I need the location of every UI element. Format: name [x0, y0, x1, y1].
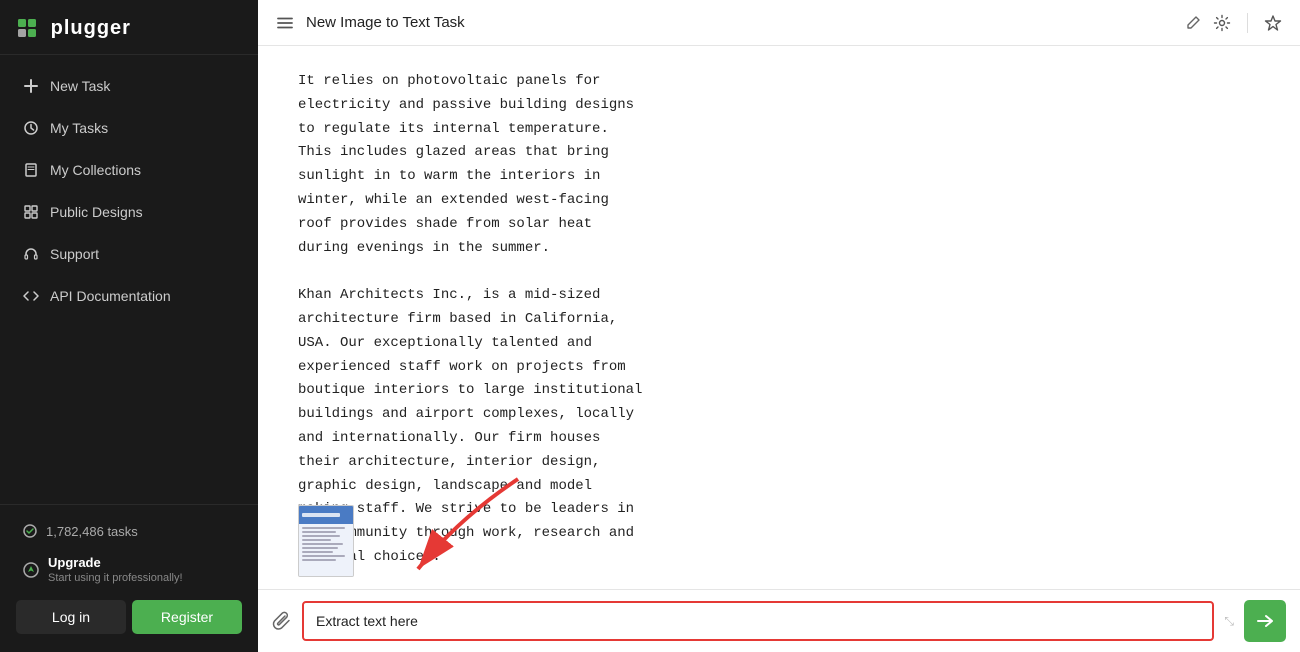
headset-icon	[22, 245, 40, 263]
plus-icon	[22, 77, 40, 95]
tasks-count-label: 1,782,486 tasks	[46, 524, 138, 539]
edit-icon[interactable]	[1185, 15, 1201, 31]
nav: New Task My Tasks My Collections	[0, 55, 258, 504]
register-button[interactable]: Register	[132, 600, 242, 634]
sidebar-bottom: 1,782,486 tasks Upgrade Start using it p…	[0, 504, 258, 652]
logo-text: plugger	[51, 17, 131, 39]
input-area: ⤡	[258, 589, 1300, 652]
upgrade-icon	[22, 561, 40, 579]
sidebar: plugger New Task My Tasks	[0, 0, 258, 652]
topbar: New Image to Text Task	[258, 0, 1300, 46]
thumbnail-container	[298, 505, 354, 577]
auth-buttons: Log in Register	[8, 592, 250, 642]
nav-label: API Documentation	[50, 288, 171, 304]
code-icon	[22, 287, 40, 305]
upgrade-sub: Start using it professionally!	[48, 572, 183, 584]
settings-icon[interactable]	[1213, 14, 1231, 32]
thumbnail-image	[298, 505, 354, 577]
nav-label: Public Designs	[50, 204, 143, 220]
resize-handle: ⤡	[1224, 614, 1234, 629]
attach-icon[interactable]	[272, 611, 292, 631]
sidebar-item-new-task[interactable]: New Task	[8, 67, 250, 105]
grid-icon	[22, 203, 40, 221]
logo: plugger	[16, 14, 131, 40]
nav-label: Support	[50, 246, 99, 262]
login-button[interactable]: Log in	[16, 600, 126, 634]
upgrade-section[interactable]: Upgrade Start using it professionally!	[8, 547, 250, 592]
clock-icon	[22, 119, 40, 137]
sidebar-item-support[interactable]: Support	[8, 235, 250, 273]
logo-area: plugger	[0, 0, 258, 55]
menu-icon[interactable]	[276, 14, 294, 32]
upgrade-title: Upgrade	[48, 555, 183, 570]
extracted-text: It relies on photovoltaic panels for ele…	[298, 70, 818, 570]
nav-label: New Task	[50, 78, 110, 94]
topbar-right	[1213, 13, 1282, 33]
nav-label: My Collections	[50, 162, 141, 178]
main-content: New Image to Text Task It relies on phot…	[258, 0, 1300, 652]
sidebar-item-my-collections[interactable]: My Collections	[8, 151, 250, 189]
tasks-count: 1,782,486 tasks	[8, 515, 250, 547]
tasks-count-icon	[22, 523, 38, 539]
sidebar-item-my-tasks[interactable]: My Tasks	[8, 109, 250, 147]
upgrade-text: Upgrade Start using it professionally!	[48, 555, 183, 584]
topbar-title: New Image to Text Task	[306, 14, 1173, 31]
text-input[interactable]	[302, 601, 1214, 641]
sidebar-item-public-designs[interactable]: Public Designs	[8, 193, 250, 231]
nav-label: My Tasks	[50, 120, 108, 136]
bookmark-icon	[22, 161, 40, 179]
content-area: It relies on photovoltaic panels for ele…	[258, 46, 1300, 589]
sidebar-item-api-docs[interactable]: API Documentation	[8, 277, 250, 315]
star-icon[interactable]	[1264, 14, 1282, 32]
topbar-divider	[1247, 13, 1248, 33]
send-button[interactable]	[1244, 600, 1286, 642]
